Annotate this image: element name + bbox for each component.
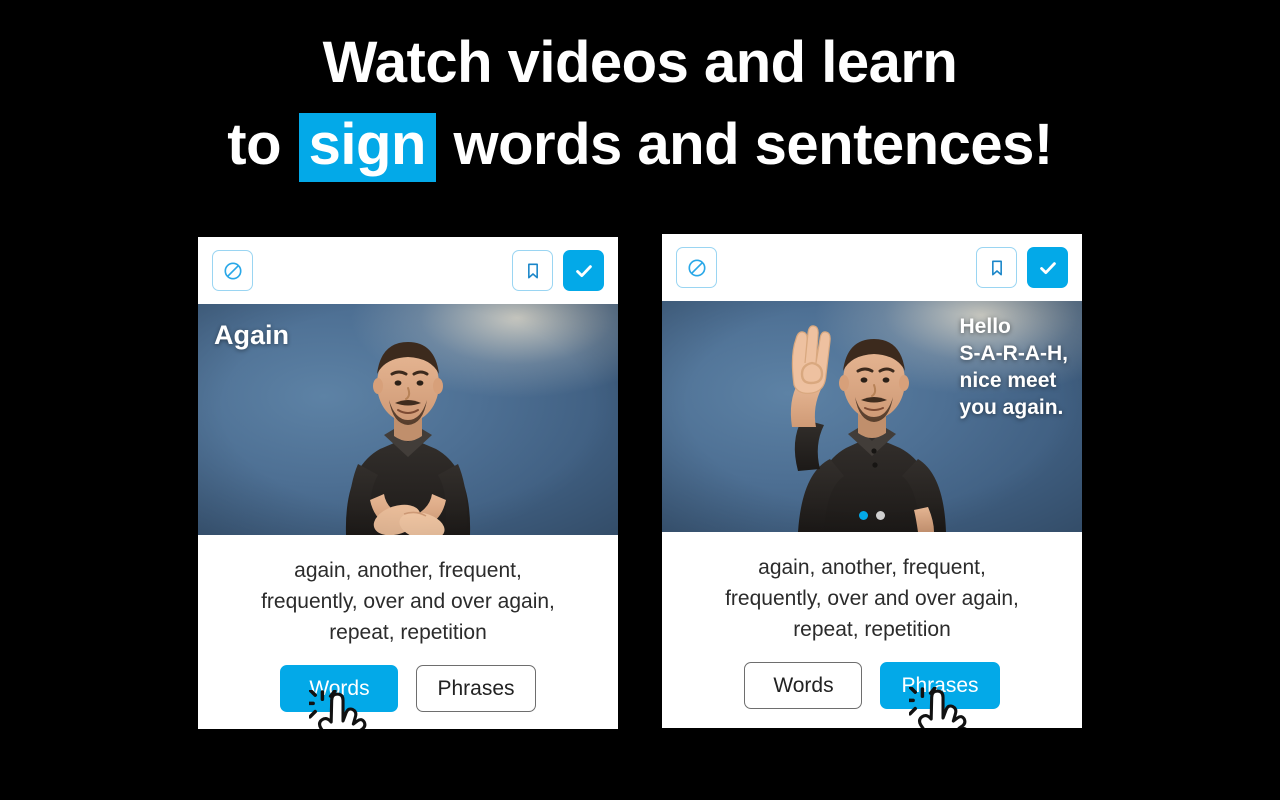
tab-row: Words Phrases [280, 665, 536, 729]
tab-row: Words Phrases [744, 662, 1000, 728]
block-icon [222, 260, 244, 282]
headline-line-2: to sign words and sentences! [0, 104, 1280, 186]
phrase-line-4: you again. [959, 395, 1064, 419]
card-body: again, another, frequent, frequently, ov… [198, 535, 618, 729]
headline-text-after: words and sentences! [437, 112, 1054, 178]
definition-line-3: repeat, repetition [793, 618, 951, 642]
tab-words[interactable]: Words [744, 662, 863, 710]
tab-phrases[interactable]: Phrases [880, 662, 1000, 728]
block-icon-button[interactable] [212, 250, 253, 291]
pagination-dot-2[interactable] [876, 511, 885, 520]
tab-phrases-label: Phrases [437, 676, 515, 700]
video-player[interactable]: Again [198, 304, 618, 535]
tab-words[interactable]: Words [280, 665, 399, 729]
definition-line-2: frequently, over and over again, [725, 587, 1019, 611]
card-toolbar [662, 234, 1082, 301]
video-player[interactable]: Hello S-A-R-A-H, nice meet you again. [662, 301, 1082, 532]
definition-line-1: again, another, frequent, [758, 556, 986, 579]
tab-phrases[interactable]: Phrases [416, 665, 536, 713]
check-icon-button[interactable] [563, 250, 604, 291]
pagination-dots[interactable] [662, 511, 1082, 520]
phrase-line-1: Hello [959, 315, 1011, 338]
tab-words-label: Words [309, 676, 370, 700]
word-definition: again, another, frequent, frequently, ov… [725, 552, 1019, 645]
headline-highlight-sign: sign [298, 113, 436, 183]
headline-line-1: Watch videos and learn [322, 30, 958, 95]
word-definition: again, another, frequent, frequently, ov… [261, 555, 555, 648]
card-body: again, another, frequent, frequently, ov… [662, 532, 1082, 728]
video-word-label: Again [214, 320, 290, 350]
bookmark-icon-button[interactable] [976, 247, 1017, 288]
block-icon [686, 257, 708, 279]
phrase-line-2: S-A-R-A-H, [959, 341, 1068, 365]
check-icon [1037, 257, 1059, 279]
word-card[interactable]: Again again, another, frequent, frequent… [198, 237, 618, 729]
bookmark-icon [987, 258, 1007, 278]
pagination-dot-1[interactable] [859, 511, 868, 520]
tab-phrases-label: Phrases [901, 673, 979, 697]
card-toolbar [198, 237, 618, 304]
page-title: Watch videos and learn to sign words and… [0, 22, 1280, 187]
definition-line-3: repeat, repetition [329, 621, 487, 645]
definition-line-2: frequently, over and over again, [261, 590, 555, 614]
block-icon-button[interactable] [676, 247, 717, 288]
bookmark-icon-button[interactable] [512, 250, 553, 291]
check-icon [573, 260, 595, 282]
video-phrase-caption: Hello S-A-R-A-H, nice meet you again. [960, 314, 1068, 422]
promo-screen: Watch videos and learn to sign words and… [0, 0, 1280, 800]
definition-line-1: again, another, frequent, [294, 559, 522, 582]
phrase-card[interactable]: Hello S-A-R-A-H, nice meet you again. ag… [662, 234, 1082, 728]
tab-words-label: Words [773, 673, 834, 697]
phrase-line-3: nice meet [959, 368, 1057, 392]
check-icon-button[interactable] [1027, 247, 1068, 288]
headline-text-before: to [227, 112, 297, 178]
bookmark-icon [523, 261, 543, 281]
